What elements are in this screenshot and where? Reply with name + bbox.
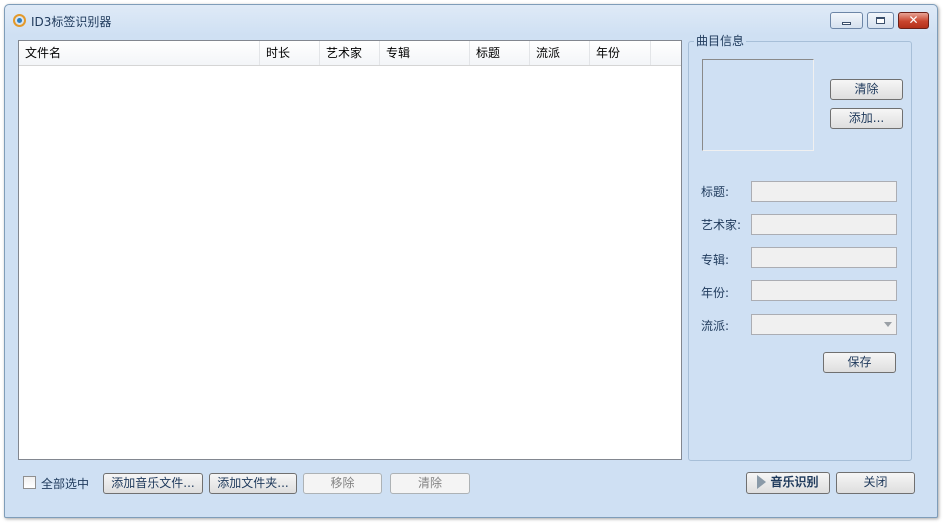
play-icon: [757, 474, 767, 489]
year-field[interactable]: [751, 280, 897, 301]
file-list[interactable]: 文件名 时长 艺术家 专辑 标题 流派 年份: [18, 40, 682, 460]
title-field-label: 标题:: [701, 185, 730, 199]
genre-field-label: 流派:: [701, 319, 730, 333]
title-field[interactable]: [751, 181, 897, 202]
close-button[interactable]: 关闭: [836, 472, 915, 494]
app-icon: [13, 14, 26, 27]
artist-field-label: 艺术家:: [701, 218, 742, 232]
minimize-button[interactable]: [830, 12, 863, 29]
maximize-button[interactable]: [867, 12, 894, 29]
album-field[interactable]: [751, 247, 897, 268]
column-album[interactable]: 专辑: [380, 41, 470, 65]
maximize-icon: [876, 17, 885, 24]
select-all-label[interactable]: 全部选中: [41, 475, 89, 492]
music-recognize-button[interactable]: 音乐识别: [746, 472, 830, 494]
add-music-files-button[interactable]: 添加音乐文件...: [103, 473, 203, 494]
minimize-icon: [842, 22, 851, 25]
column-year[interactable]: 年份: [590, 41, 651, 65]
clear-list-button[interactable]: 清除: [390, 473, 470, 494]
track-info-label: 曲目信息: [694, 32, 747, 49]
title-bar[interactable]: ID3标签识别器 ✕: [5, 5, 937, 35]
column-duration[interactable]: 时长: [260, 41, 320, 65]
window-close-button[interactable]: ✕: [898, 12, 929, 29]
column-genre[interactable]: 流派: [530, 41, 590, 65]
artist-field[interactable]: [751, 214, 897, 235]
cover-add-button[interactable]: 添加...: [830, 108, 903, 129]
genre-combo[interactable]: [751, 314, 897, 335]
album-field-label: 专辑:: [701, 253, 730, 267]
window-title: ID3标签识别器: [31, 15, 112, 29]
column-title[interactable]: 标题: [470, 41, 530, 65]
remove-button[interactable]: 移除: [303, 473, 382, 494]
close-icon: ✕: [908, 13, 919, 27]
cover-clear-button[interactable]: 清除: [830, 79, 903, 100]
file-list-header: 文件名 时长 艺术家 专辑 标题 流派 年份: [19, 41, 681, 66]
chevron-down-icon[interactable]: [884, 322, 892, 327]
column-filename[interactable]: 文件名: [19, 41, 260, 65]
add-folder-button[interactable]: 添加文件夹...: [209, 473, 297, 494]
album-cover-box[interactable]: [702, 59, 814, 151]
music-recognize-label: 音乐识别: [770, 475, 819, 489]
save-button[interactable]: 保存: [823, 352, 896, 373]
select-all-checkbox[interactable]: [23, 476, 36, 489]
column-artist[interactable]: 艺术家: [320, 41, 380, 65]
year-field-label: 年份:: [701, 286, 730, 300]
